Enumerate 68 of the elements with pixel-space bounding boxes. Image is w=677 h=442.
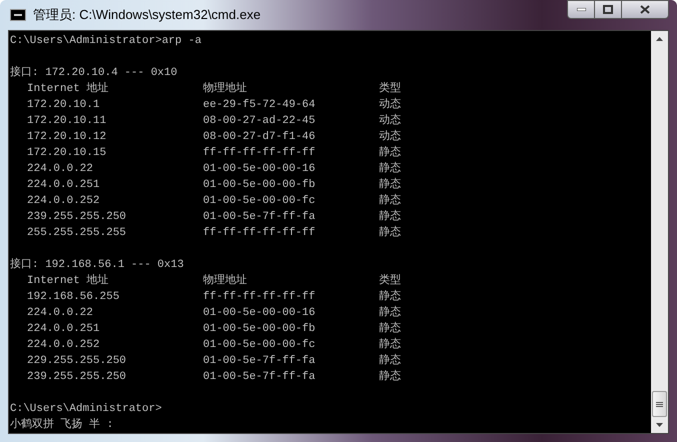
type-cell: 静态	[379, 209, 401, 225]
type-cell: 静态	[379, 321, 401, 337]
column-header: Internet 地址	[27, 273, 110, 289]
address-cell-text: 192.168.56.255	[27, 290, 120, 305]
type-cell: 静态	[379, 337, 401, 353]
address-cell-text: 224.0.0.252	[27, 194, 101, 209]
mac-cell-text: 01-00-5e-7f-ff-fa	[203, 210, 316, 225]
scroll-up-icon	[656, 37, 663, 41]
interface-header: 接口: 172.20.10.4 --- 0x10	[10, 65, 178, 81]
address-cell-text: 172.20.10.15	[27, 146, 108, 161]
close-button[interactable]	[622, 0, 669, 19]
address-cell-text: 224.0.0.22	[27, 306, 94, 321]
type-cell: 动态	[379, 97, 401, 113]
type-cell: 静态	[379, 145, 401, 161]
type-cell: 静态	[379, 177, 401, 193]
mac-cell-text: 08-00-27-d7-f1-46	[203, 130, 316, 145]
type-cell: 静态	[379, 161, 401, 177]
mac-cell-text: 01-00-5e-00-00-fc	[203, 194, 316, 209]
type-cell: 静态	[379, 289, 401, 305]
type-cell: 静态	[379, 305, 401, 321]
type-cell: 静态	[379, 225, 401, 241]
address-cell-text: 224.0.0.251	[27, 322, 101, 337]
mac-cell-text: ff-ff-ff-ff-ff-ff	[203, 226, 316, 241]
address-cell-text: 224.0.0.252	[27, 338, 101, 353]
column-header: 类型	[379, 81, 401, 97]
mac-cell-text: 01-00-5e-7f-ff-fa	[203, 354, 316, 369]
minimize-icon	[576, 8, 586, 11]
address-cell-text: 172.20.10.11	[27, 114, 108, 129]
column-header: 物理地址	[203, 81, 248, 97]
mac-cell-text: ff-ff-ff-ff-ff-ff	[203, 290, 316, 305]
maximize-button[interactable]	[595, 0, 622, 19]
mac-cell-text: ee-29-f5-72-49-64	[203, 98, 316, 113]
address-cell-text: 224.0.0.22	[27, 162, 94, 177]
type-cell: 静态	[379, 353, 401, 369]
mac-cell-text: 01-00-5e-7f-ff-fa	[203, 370, 316, 385]
address-cell-text: 229.255.255.250	[27, 354, 128, 369]
type-cell: 动态	[379, 129, 401, 145]
column-header: Internet 地址	[27, 81, 110, 97]
command-line: C:\Users\Administrator>arp -a	[10, 34, 202, 49]
mac-cell-text: 01-00-5e-00-00-16	[203, 306, 316, 321]
console-icon	[10, 9, 26, 21]
address-cell-text: 239.255.255.250	[27, 210, 128, 225]
address-cell-text: 255.255.255.255	[27, 226, 128, 241]
type-cell: 动态	[379, 113, 401, 129]
column-header: 物理地址	[203, 273, 248, 289]
mac-cell-text: 08-00-27-ad-22-45	[203, 114, 316, 129]
mac-cell-text: 01-00-5e-00-00-fb	[203, 178, 316, 193]
maximize-icon	[603, 5, 613, 14]
scrollbar[interactable]	[651, 31, 668, 433]
column-header: 类型	[379, 273, 401, 289]
interface-header: 接口: 192.168.56.1 --- 0x13	[10, 257, 185, 273]
mac-cell-text: 01-00-5e-00-00-fb	[203, 322, 316, 337]
type-cell: 静态	[379, 369, 401, 385]
address-cell-text: 239.255.255.250	[27, 370, 128, 385]
mac-cell-text: 01-00-5e-00-00-fc	[203, 338, 316, 353]
address-cell-text: 172.20.10.12	[27, 130, 108, 145]
type-cell: 静态	[379, 193, 401, 209]
close-icon	[640, 5, 650, 14]
mac-cell-text: 01-00-5e-00-00-16	[203, 162, 316, 177]
mac-cell-text: ff-ff-ff-ff-ff-ff	[203, 146, 316, 161]
ime-status: 小鹤双拼 飞扬 半 :	[10, 417, 114, 433]
address-cell-text: 224.0.0.251	[27, 178, 101, 193]
minimize-button[interactable]	[567, 0, 595, 19]
prompt-line: C:\Users\Administrator>	[10, 402, 163, 417]
scroll-down-icon	[656, 423, 663, 427]
address-cell-text: 172.20.10.1	[27, 98, 101, 113]
scroll-thumb[interactable]	[652, 391, 667, 417]
window-title: 管理员: C:\Windows\system32\cmd.exe	[33, 6, 261, 24]
